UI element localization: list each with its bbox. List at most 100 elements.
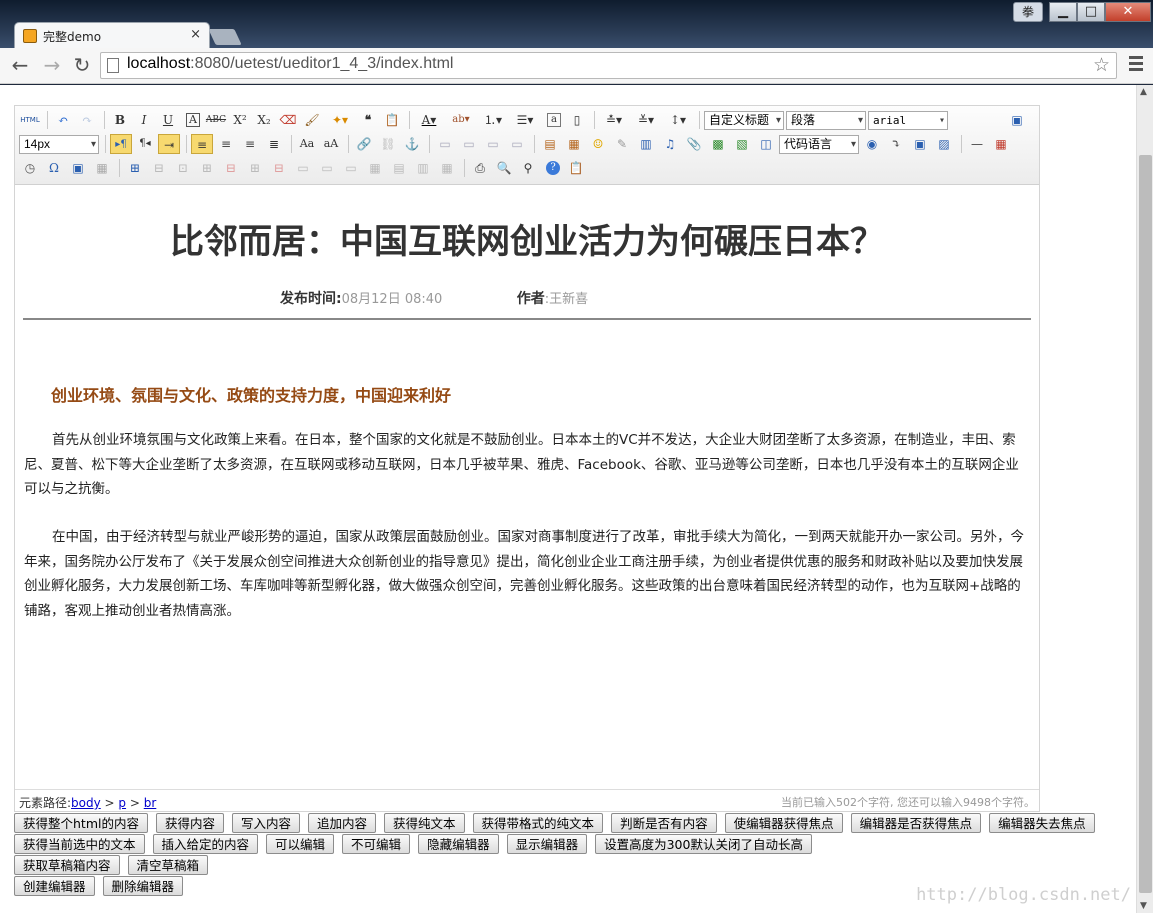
insert-paragraph-before-table-icon[interactable]: ⊡ xyxy=(172,158,194,178)
merge-right-icon[interactable]: ▭ xyxy=(316,158,338,178)
insert-col-icon[interactable]: ⊞ xyxy=(244,158,266,178)
simple-upload-icon[interactable]: ▤ xyxy=(539,134,561,154)
show-editor-button[interactable]: 显示编辑器 xyxy=(506,834,588,854)
anchor-icon[interactable]: ⚓ xyxy=(401,134,423,154)
template-icon[interactable]: ▣ xyxy=(909,134,931,154)
back-button[interactable]: ← xyxy=(8,53,32,77)
preview-icon[interactable]: 🔍 xyxy=(493,158,515,178)
search-replace-icon[interactable]: ⚲ xyxy=(517,158,539,178)
line-height-icon[interactable]: ↕▾ xyxy=(663,110,693,130)
minimize-button[interactable]: ▁ xyxy=(1049,2,1077,22)
align-right-icon[interactable]: ≡ xyxy=(239,134,261,154)
append-content-button[interactable]: 追加内容 xyxy=(308,813,377,833)
get-selected-text-button[interactable]: 获得当前选中的文本 xyxy=(14,834,145,854)
create-editor-button[interactable]: 创建编辑器 xyxy=(14,876,95,896)
paste-plain-icon[interactable]: 📋 xyxy=(381,110,403,130)
blockquote-icon[interactable]: ❝ xyxy=(357,110,379,130)
print-icon[interactable]: ⎙ xyxy=(469,158,491,178)
snapscreen-icon[interactable]: ▣ xyxy=(67,158,89,178)
delete-col-icon[interactable]: ⊟ xyxy=(268,158,290,178)
get-formatted-text-button[interactable]: 获得带格式的纯文本 xyxy=(472,813,604,833)
insert-row-icon[interactable]: ⊞ xyxy=(196,158,218,178)
align-left-icon[interactable]: ≡ xyxy=(191,134,213,154)
fullscreen-icon[interactable]: ▣ xyxy=(1006,110,1028,130)
ime-indicator[interactable]: 拳 xyxy=(1013,2,1043,22)
chart-icon[interactable]: ▦ xyxy=(436,158,458,178)
set-enabled-button[interactable]: 可以编辑 xyxy=(266,834,335,854)
forward-button[interactable]: → xyxy=(40,53,64,77)
element-path-p[interactable]: p xyxy=(118,796,126,810)
music-icon[interactable]: ♫ xyxy=(659,134,681,154)
vertical-scrollbar[interactable]: ▲ ▼ xyxy=(1136,85,1153,913)
attachment-icon[interactable]: 📎 xyxy=(683,134,705,154)
code-language-select[interactable]: 代码语言 xyxy=(779,134,859,154)
bold-icon[interactable]: B xyxy=(109,110,131,130)
font-family-select[interactable]: arial xyxy=(868,110,948,130)
align-justify-icon[interactable]: ≣ xyxy=(263,134,285,154)
split-to-cols-icon[interactable]: ▥ xyxy=(412,158,434,178)
close-window-button[interactable]: ✕ xyxy=(1105,2,1151,22)
to-uppercase-icon[interactable]: Aa xyxy=(296,134,318,154)
merge-down-icon[interactable]: ▭ xyxy=(340,158,362,178)
address-bar[interactable]: localhost:8080/uetest/ueditor1_4_3/index… xyxy=(100,52,1117,79)
help-icon[interactable]: ? xyxy=(546,161,560,175)
image-right-icon[interactable]: ▭ xyxy=(482,134,504,154)
direction-rtl-icon[interactable]: ¶◂ xyxy=(134,134,156,154)
tab-close-icon[interactable]: × xyxy=(190,27,201,42)
paragraph-select[interactable]: 段落 xyxy=(786,110,866,130)
reload-button[interactable]: ↻ xyxy=(70,53,94,77)
redo-icon[interactable]: ↷ xyxy=(76,110,98,130)
drafts-icon[interactable]: 📋 xyxy=(565,158,587,178)
url-text[interactable]: localhost:8080/uetest/ueditor1_4_3/index… xyxy=(127,55,453,73)
select-all-icon[interactable]: a xyxy=(547,113,561,127)
insert-video-icon[interactable]: ▥ xyxy=(635,134,657,154)
get-plain-text-button[interactable]: 获得纯文本 xyxy=(384,813,465,833)
superscript-icon[interactable]: X² xyxy=(229,110,251,130)
insert-html-button[interactable]: 插入给定的内容 xyxy=(152,834,259,854)
font-size-select[interactable]: 14px xyxy=(19,134,99,154)
ordered-list-icon[interactable]: ⒈▾ xyxy=(478,110,508,130)
to-lowercase-icon[interactable]: aA xyxy=(320,134,342,154)
bookmark-star-icon[interactable]: ☆ xyxy=(1093,54,1110,76)
eraser-icon[interactable]: ⌫ xyxy=(277,110,299,130)
clear-doc-icon[interactable]: ▯ xyxy=(566,110,588,130)
row-spacing-top-icon[interactable]: ≛▾ xyxy=(599,110,629,130)
set-content-button[interactable]: 写入内容 xyxy=(232,813,301,833)
date-icon[interactable]: ▦ xyxy=(990,134,1012,154)
page-break-icon[interactable]: ⤵ xyxy=(885,134,907,154)
image-left-icon[interactable]: ▭ xyxy=(458,134,480,154)
editor-body[interactable]: 比邻而居：中国互联网创业活力为何碾压日本？ 发布时间:08月12日 08:40 … xyxy=(15,186,1039,788)
menu-icon[interactable] xyxy=(1129,56,1143,74)
delete-table-icon[interactable]: ⊟ xyxy=(148,158,170,178)
image-none-icon[interactable]: ▭ xyxy=(434,134,456,154)
web-app-icon[interactable]: ◉ xyxy=(861,134,883,154)
horizontal-rule-icon[interactable]: — xyxy=(966,134,988,154)
get-content-button[interactable]: 获得内容 xyxy=(155,813,224,833)
emotion-icon[interactable]: ☺ xyxy=(587,134,609,154)
insert-image-icon[interactable]: ▦ xyxy=(563,134,585,154)
delete-editor-button[interactable]: 删除编辑器 xyxy=(102,876,184,896)
has-contents-button[interactable]: 判断是否有内容 xyxy=(611,813,717,833)
scrollbar-thumb[interactable] xyxy=(1139,155,1152,893)
font-color-icon[interactable]: A▾ xyxy=(414,110,444,130)
special-chars-icon[interactable]: Ω xyxy=(43,158,65,178)
gmap-icon[interactable]: ▧ xyxy=(731,134,753,154)
is-focus-button[interactable]: 编辑器是否获得焦点 xyxy=(850,813,982,833)
time-icon[interactable]: ◷ xyxy=(19,158,41,178)
map-icon[interactable]: ▩ xyxy=(707,134,729,154)
font-border-icon[interactable]: A xyxy=(186,113,200,127)
row-spacing-bottom-icon[interactable]: ≚▾ xyxy=(631,110,661,130)
set-height-button[interactable]: 设置高度为300默认关闭了自动长高 xyxy=(595,834,812,854)
unordered-list-icon[interactable]: ☰▾ xyxy=(510,110,540,130)
insert-frame-icon[interactable]: ◫ xyxy=(755,134,777,154)
italic-icon[interactable]: I xyxy=(133,110,155,130)
custom-style-select[interactable]: 自定义标题 xyxy=(704,110,784,130)
background-icon[interactable]: ▨ xyxy=(933,134,955,154)
get-all-html-button[interactable]: 获得整个html的内容 xyxy=(14,813,148,833)
split-to-cells-icon[interactable]: ▦ xyxy=(364,158,386,178)
maximize-button[interactable]: □ xyxy=(1077,2,1105,22)
direction-ltr-icon[interactable]: ▸¶ xyxy=(110,134,132,154)
element-path-br[interactable]: br xyxy=(144,796,157,810)
format-brush-icon[interactable]: 🖌 xyxy=(301,110,323,130)
strikethrough-icon[interactable]: ABC xyxy=(205,110,227,130)
